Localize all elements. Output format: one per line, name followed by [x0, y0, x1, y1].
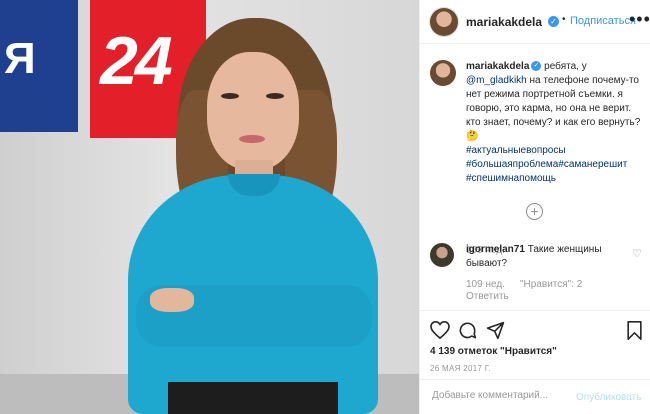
- bookmark-icon[interactable]: [627, 321, 642, 340]
- add-comment-bar: Опубликовать: [420, 379, 650, 414]
- post-side-panel: mariakakdela ✓ • Подписаться ••• mariaka…: [419, 0, 650, 414]
- commenter-username[interactable]: igormelan71: [466, 244, 525, 255]
- post-header: mariakakdela ✓ • Подписаться •••: [420, 0, 650, 44]
- caption-text: mariakakdela ✓ ребята, у @m_gladkikh на т…: [466, 60, 644, 186]
- post-date[interactable]: 26 МАЯ 2017 Г.: [430, 364, 491, 373]
- heart-icon[interactable]: [430, 321, 450, 339]
- author-avatar[interactable]: [430, 8, 458, 36]
- comment-meta: 109 нед. "Нравится": 2 Ответить: [466, 278, 582, 302]
- caption-username[interactable]: mariakakdela: [466, 61, 529, 72]
- hashtag-link[interactable]: #спешимнапомощь: [466, 173, 556, 184]
- hashtag-link[interactable]: #актуальныевопросы: [466, 145, 566, 156]
- woman-face: [207, 52, 299, 170]
- studio-sign-red-text: 24: [100, 23, 173, 99]
- post-photo[interactable]: Я 24: [0, 0, 419, 414]
- woman-skirt: [168, 382, 338, 414]
- publish-button[interactable]: Опубликовать: [576, 392, 641, 403]
- comment-icon[interactable]: [458, 321, 477, 340]
- more-options-icon[interactable]: •••: [629, 9, 650, 30]
- post-actions-bar: [420, 310, 650, 348]
- follow-button[interactable]: Подписаться: [570, 15, 636, 27]
- comment-like-heart-icon[interactable]: ♡: [632, 247, 642, 260]
- header-separator: •: [562, 14, 566, 25]
- instagram-post: Я 24 mariakakdela ✓ • Подписаться ••• ma…: [0, 0, 650, 414]
- comment-reply-button[interactable]: Ответить: [466, 290, 509, 303]
- caption-intro: ребята, у: [541, 61, 587, 72]
- verified-badge-icon: ✓: [548, 16, 559, 27]
- hashtag-link[interactable]: #саманерешит: [558, 159, 627, 170]
- load-more-comments-icon[interactable]: +: [526, 203, 543, 220]
- comment-time[interactable]: 109 нед.: [466, 279, 505, 290]
- woman-hand: [150, 288, 194, 312]
- studio-sign-blue: Я: [0, 0, 78, 132]
- caption-mention-link[interactable]: @m_gladkikh: [466, 75, 527, 86]
- woman-eye-right: [266, 93, 284, 99]
- commenter-avatar[interactable]: [430, 243, 454, 267]
- author-username[interactable]: mariakakdela: [466, 15, 542, 29]
- comment-text: igormelan71 Такие женщины бывают?: [466, 243, 616, 271]
- comment-likes[interactable]: "Нравится": 2: [520, 278, 582, 291]
- caption-avatar[interactable]: [430, 60, 456, 86]
- caption-verified-icon: ✓: [531, 61, 542, 72]
- woman-lips: [239, 135, 265, 143]
- add-comment-input[interactable]: [430, 389, 584, 402]
- share-icon[interactable]: [486, 321, 505, 340]
- woman-eye-left: [221, 93, 239, 99]
- hashtag-link[interactable]: #большаяпроблема: [466, 159, 558, 170]
- post-likes-count[interactable]: 4 139 отметок "Нравится": [430, 346, 557, 357]
- studio-sign-blue-text: Я: [4, 34, 36, 83]
